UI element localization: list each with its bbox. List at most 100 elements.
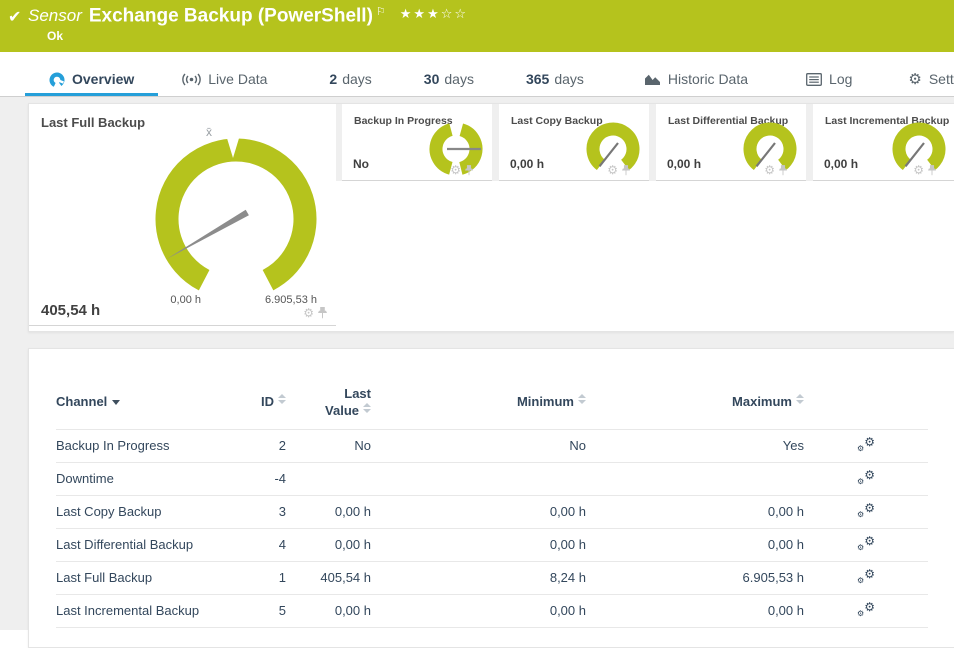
- live-signal-icon: [182, 73, 201, 86]
- table-row: Last Full Backup 1 405,54 h 8,24 h 6.905…: [56, 561, 928, 594]
- pin-icon[interactable]: [622, 165, 630, 176]
- channel-link[interactable]: Last Full Backup: [56, 561, 241, 594]
- column-header-minimum[interactable]: Minimum: [371, 376, 586, 429]
- tab-2-days[interactable]: 2 days: [305, 62, 395, 96]
- channel-last-value: No: [286, 429, 371, 462]
- gear-icon: ⚙: [908, 72, 921, 87]
- column-header-last-value[interactable]: Last Value: [286, 376, 371, 429]
- table-row: Last Incremental Backup 5 0,00 h 0,00 h …: [56, 594, 928, 627]
- channel-minimum: 8,24 h: [371, 561, 586, 594]
- gauge-chart-last-full-backup: x̄: [146, 122, 326, 322]
- page-title: Exchange Backup (PowerShell): [89, 5, 373, 26]
- tab-bar: Overview Live Data 2 days 30 days 365 da…: [0, 62, 954, 97]
- table-row: Last Differential Backup 4 0,00 h 0,00 h…: [56, 528, 928, 561]
- channel-minimum: No: [371, 429, 586, 462]
- table-row: Backup In Progress 2 No No Yes ⚙⚙: [56, 429, 928, 462]
- channel-id: 4: [241, 528, 286, 561]
- column-header-tools: [804, 376, 928, 429]
- favorite-flag-icon[interactable]: ⚐: [376, 5, 386, 18]
- channel-maximum: 0,00 h: [586, 528, 804, 561]
- sensor-header: ✔ SensorExchange Backup (PowerShell)⚐★★★…: [0, 0, 954, 52]
- sort-icon: [363, 403, 371, 413]
- log-list-icon: [806, 73, 822, 86]
- gauge-settings-gear-icon[interactable]: ⚙: [607, 164, 618, 176]
- column-header-id[interactable]: ID: [241, 376, 286, 429]
- channel-link[interactable]: Backup In Progress: [56, 429, 241, 462]
- status-badge: Ok: [47, 29, 63, 43]
- table-row: Last Copy Backup 3 0,00 h 0,00 h 0,00 h …: [56, 495, 928, 528]
- tile-gap: [492, 104, 499, 181]
- channel-id: 1: [241, 561, 286, 594]
- gauge-icon: [49, 72, 65, 87]
- channel-maximum: 6.905,53 h: [586, 561, 804, 594]
- tab-365-days[interactable]: 365 days: [502, 62, 608, 96]
- gauge-scale-max: 6.905,53 h: [255, 294, 317, 306]
- sort-icon: [796, 394, 804, 404]
- gauge-title: Last Full Backup: [41, 115, 145, 130]
- tab-label: Historic Data: [668, 71, 748, 87]
- tab-live-data[interactable]: Live Data: [158, 62, 291, 96]
- edit-channel-icon[interactable]: ⚙⚙: [857, 568, 875, 584]
- object-kind-label: Sensor: [28, 6, 82, 25]
- gauge-settings-gear-icon[interactable]: ⚙: [764, 164, 775, 176]
- gauge-value: 0,00 h: [667, 157, 701, 171]
- overview-content: Last Full Backup x̄ 0,00 h 6.905,53 h 40…: [0, 97, 954, 630]
- channel-last-value: 0,00 h: [286, 495, 371, 528]
- column-header-maximum[interactable]: Maximum: [586, 376, 804, 429]
- edit-channel-icon[interactable]: ⚙⚙: [857, 436, 875, 452]
- channel-minimum: 0,00 h: [371, 495, 586, 528]
- channel-id: -4: [241, 462, 286, 495]
- tab-historic-data[interactable]: Historic Data: [620, 62, 772, 96]
- edit-channel-icon[interactable]: ⚙⚙: [857, 469, 875, 485]
- sort-icon: [578, 394, 586, 404]
- edit-channel-icon[interactable]: ⚙⚙: [857, 601, 875, 617]
- edit-channel-icon[interactable]: ⚙⚙: [857, 535, 875, 551]
- channel-link[interactable]: Last Incremental Backup: [56, 594, 241, 627]
- channel-link[interactable]: Last Differential Backup: [56, 528, 241, 561]
- gauge-settings-gear-icon[interactable]: ⚙: [913, 164, 924, 176]
- mean-marker-icon: x̄: [206, 125, 212, 139]
- channel-id: 5: [241, 594, 286, 627]
- table-header-row: Channel ID Last Value Minimum Maximum: [56, 376, 928, 429]
- tab-label: Settings: [929, 71, 954, 87]
- priority-stars[interactable]: ★★★☆☆: [400, 7, 468, 22]
- tab-label: Live Data: [208, 71, 267, 87]
- pin-icon[interactable]: [928, 165, 936, 176]
- edit-channel-icon[interactable]: ⚙⚙: [857, 502, 875, 518]
- chevron-down-icon: [112, 400, 120, 405]
- channel-maximum: 0,00 h: [586, 495, 804, 528]
- table-row: Downtime -4 ⚙⚙: [56, 462, 928, 495]
- channel-link[interactable]: Last Copy Backup: [56, 495, 241, 528]
- tab-label: days: [342, 71, 372, 87]
- tab-label: days: [444, 71, 474, 87]
- channels-panel: Channel ID Last Value Minimum Maximum: [28, 348, 954, 648]
- channel-minimum: 0,00 h: [371, 594, 586, 627]
- sort-icon: [278, 394, 286, 404]
- gauge-value: 405,54 h: [41, 302, 100, 319]
- channel-minimum: [371, 462, 586, 495]
- channel-maximum: Yes: [586, 429, 804, 462]
- tile-gap: [649, 104, 656, 181]
- tile-gap: [806, 104, 813, 181]
- channel-maximum: 0,00 h: [586, 594, 804, 627]
- tab-log[interactable]: Log: [782, 62, 876, 96]
- gauge-settings-gear-icon[interactable]: ⚙: [303, 307, 314, 319]
- gauge-settings-gear-icon[interactable]: ⚙: [450, 164, 461, 176]
- column-header-channel[interactable]: Channel: [56, 376, 241, 429]
- tab-number: 30: [424, 71, 440, 87]
- tab-settings[interactable]: ⚙ Settings: [884, 62, 954, 96]
- channel-link[interactable]: Downtime: [56, 462, 241, 495]
- pin-icon[interactable]: [318, 307, 327, 319]
- channel-id: 2: [241, 429, 286, 462]
- pin-icon[interactable]: [779, 165, 787, 176]
- gauge-scale-min: 0,00 h: [155, 294, 201, 306]
- channel-last-value: [286, 462, 371, 495]
- tab-30-days[interactable]: 30 days: [400, 62, 498, 96]
- pin-icon[interactable]: [465, 165, 473, 176]
- gauge-tile-last-copy-backup: Last Copy Backup 0,00 h ⚙: [499, 104, 649, 181]
- tab-label: Log: [829, 71, 852, 87]
- channels-table: Channel ID Last Value Minimum Maximum: [56, 376, 928, 628]
- gauge-value: 0,00 h: [824, 157, 858, 171]
- tab-overview[interactable]: Overview: [25, 62, 158, 96]
- channel-last-value: 0,00 h: [286, 528, 371, 561]
